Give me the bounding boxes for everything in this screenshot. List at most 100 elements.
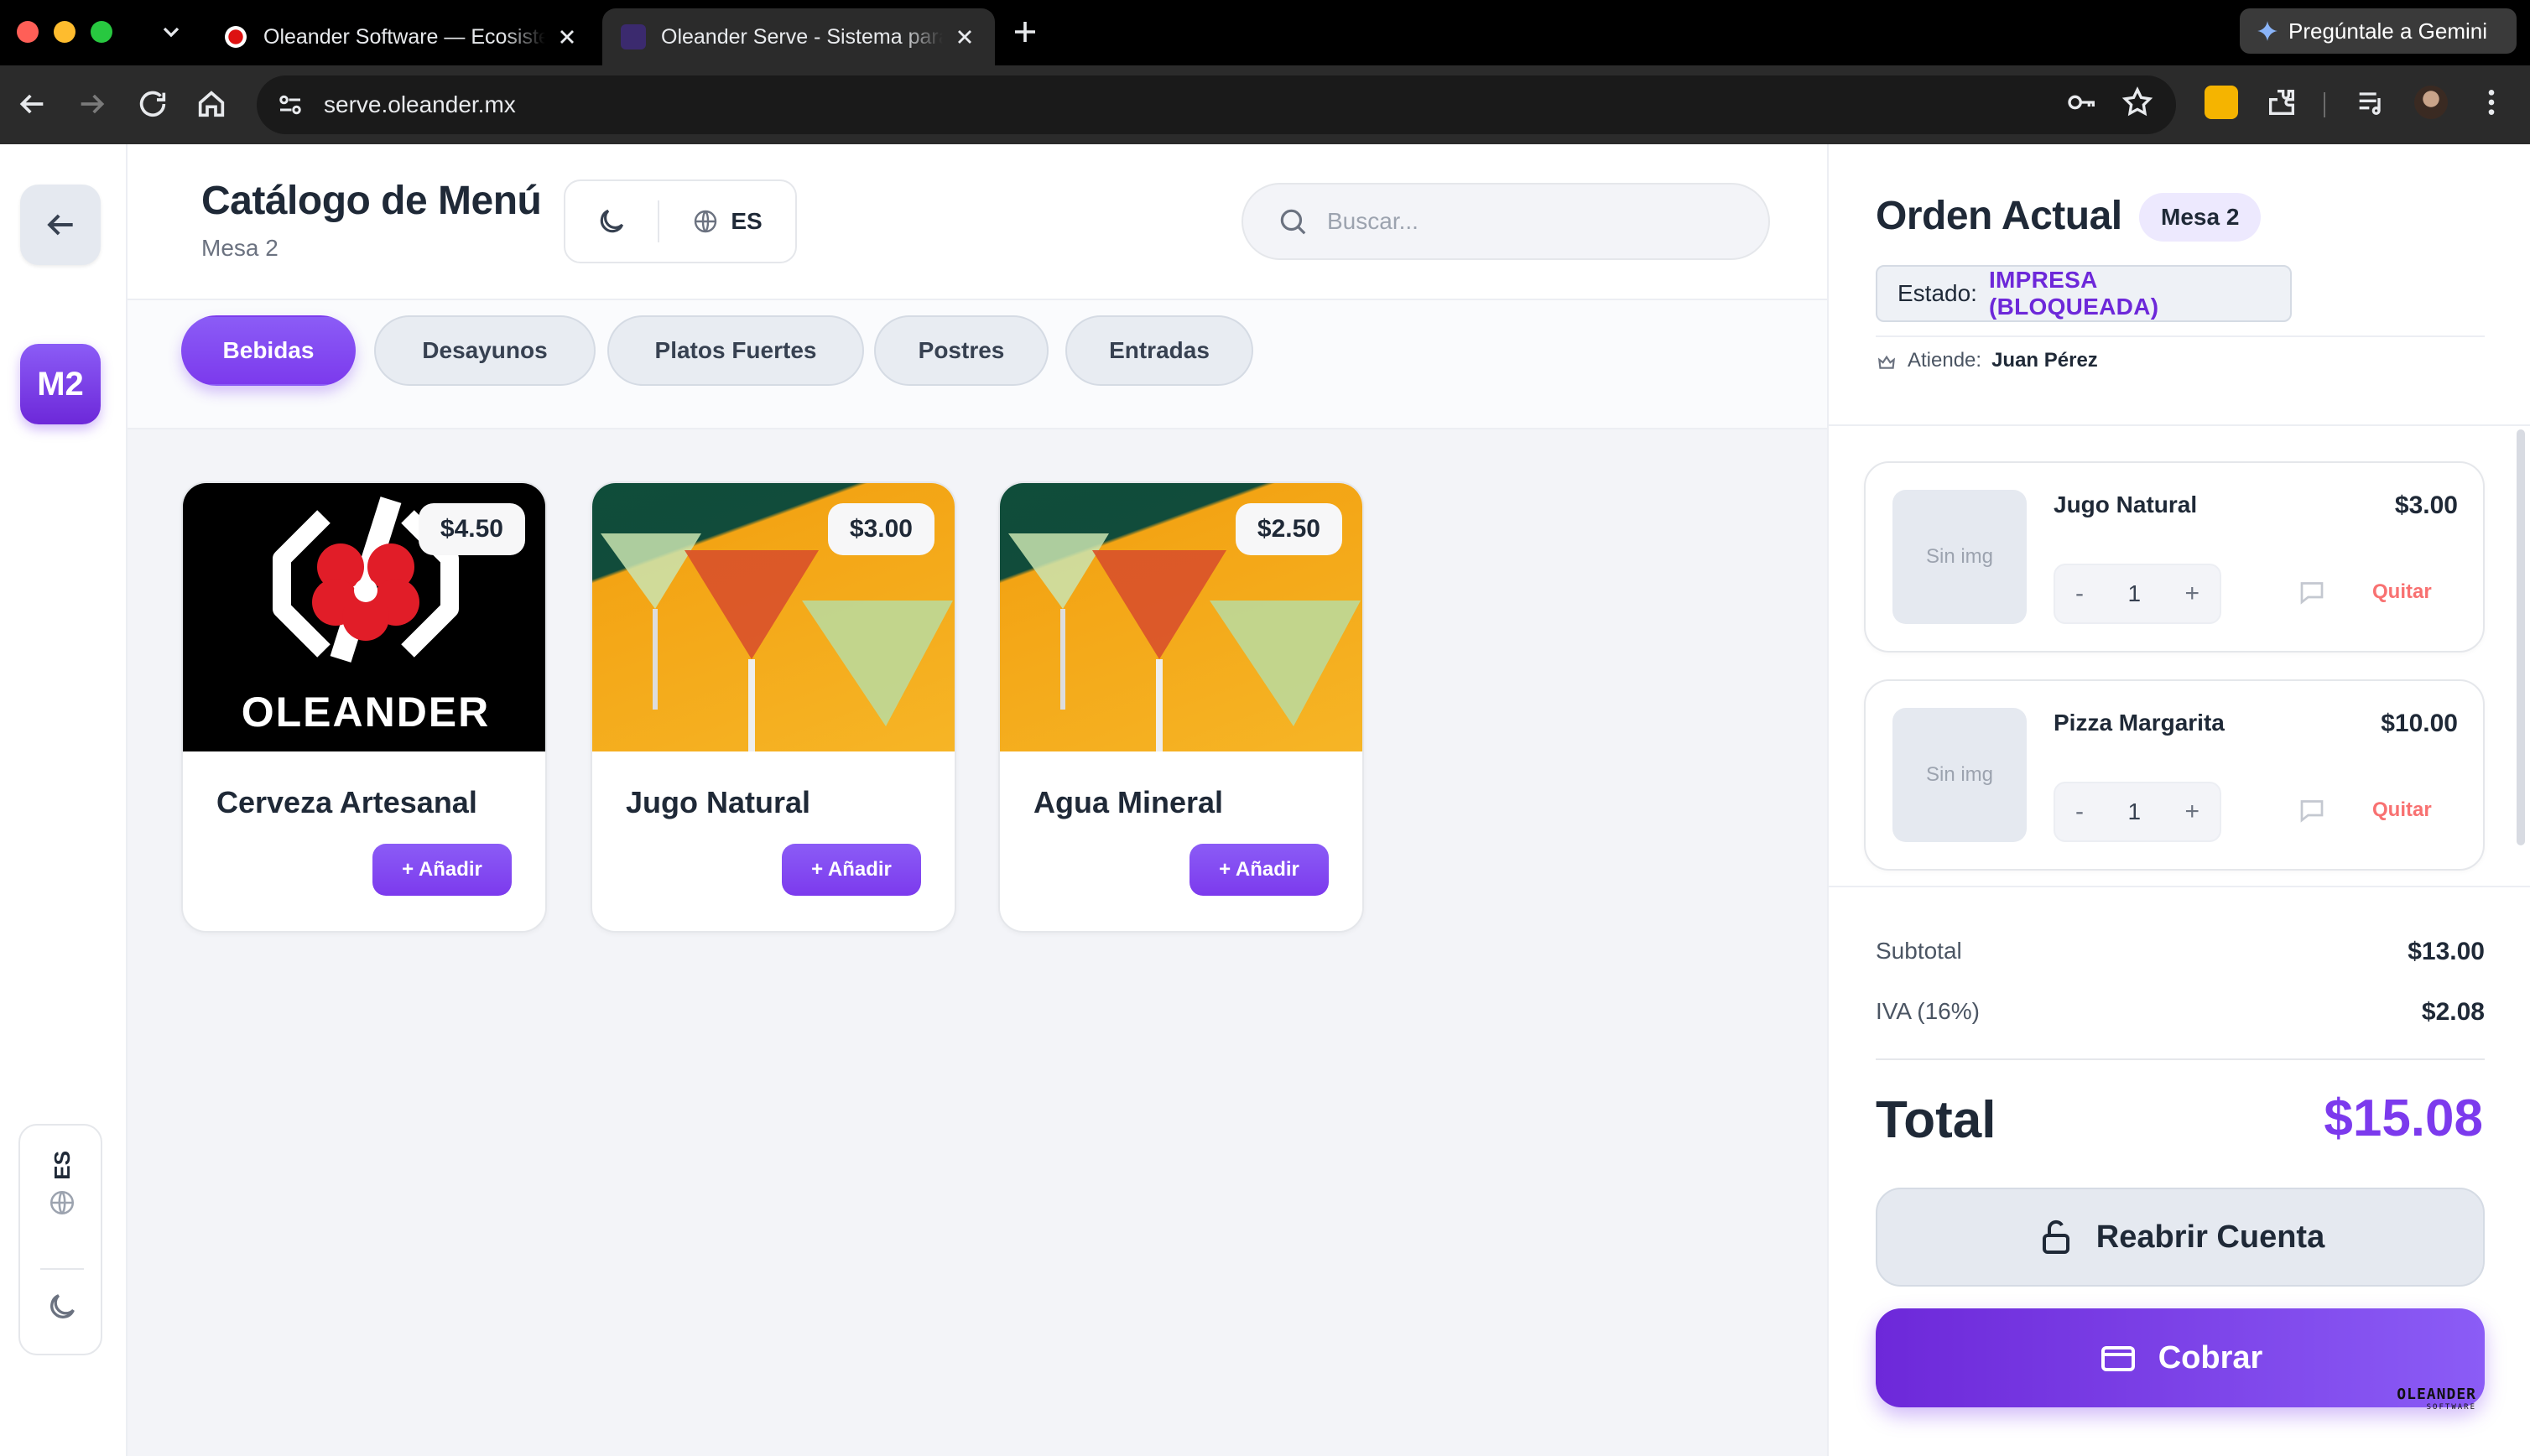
language-toggle-button[interactable]: ES [659, 208, 795, 235]
password-key-icon[interactable] [2065, 86, 2099, 119]
category-tab-postres[interactable]: Postres [874, 315, 1049, 386]
gemini-label: Pregúntale a Gemini [2288, 18, 2488, 44]
tax-row: IVA (16%) $2.08 [1876, 998, 2485, 1027]
decrease-quantity-button[interactable]: - [2075, 580, 2084, 608]
order-status-value: IMPRESA (BLOQUEADA) [1988, 267, 2159, 320]
tab-title: Oleander Serve - Sistema para [661, 24, 943, 49]
rail-language-label: ES [49, 1151, 75, 1180]
order-item-name: Jugo Natural [2054, 491, 2198, 517]
reopen-account-button[interactable]: Reabrir Cuenta [1876, 1188, 2485, 1287]
page-subtitle: Mesa 2 [201, 235, 279, 261]
waiter-name: Juan Pérez [1991, 349, 2098, 372]
category-tab-bebidas[interactable]: Bebidas [181, 315, 356, 386]
unlock-icon [2042, 1219, 2069, 1254]
toolbar-divider [2324, 92, 2325, 117]
category-tab-platos-fuertes[interactable]: Platos Fuertes [607, 315, 864, 386]
add-to-order-button[interactable]: + Añadir [372, 844, 512, 896]
order-status: Estado: IMPRESA (BLOQUEADA) [1876, 265, 2292, 322]
order-items-scrollbar[interactable] [2517, 429, 2525, 845]
arrow-left-icon [47, 214, 73, 236]
quantity-stepper: - 1 + [2054, 564, 2221, 624]
decrease-quantity-button[interactable]: - [2075, 798, 2084, 826]
url-text: serve.oleander.mx [324, 91, 516, 117]
browser-tab-serve[interactable]: Oleander Serve - Sistema para [602, 8, 995, 65]
oleander-watermark: OLEANDER SOFTWARE [2397, 1386, 2476, 1412]
reload-icon[interactable] [136, 87, 169, 121]
subtotal-row: Subtotal $13.00 [1876, 938, 2485, 966]
serve-favicon-icon [621, 24, 646, 49]
comment-icon[interactable] [2297, 577, 2327, 607]
forward-arrow-icon[interactable] [75, 87, 109, 121]
add-to-order-button[interactable]: + Añadir [1190, 844, 1329, 896]
reopen-label: Reabrir Cuenta [2095, 1219, 2325, 1255]
media-queue-icon[interactable] [2354, 86, 2387, 119]
waiter-tag-icon [1877, 355, 1896, 369]
order-item-price: $10.00 [2381, 710, 2458, 737]
credit-card-icon [2101, 1346, 2135, 1371]
catalog-main: Catálogo de Menú Mesa 2 ES Bebidas Desay… [128, 144, 1827, 1456]
product-card[interactable]: $2.50 Agua Mineral + Añadir [998, 481, 1364, 933]
close-window-button[interactable] [17, 21, 39, 43]
product-price-badge: $3.00 [827, 503, 934, 555]
site-settings-icon[interactable] [275, 90, 305, 120]
product-price-badge: $2.50 [1235, 503, 1342, 555]
watermark-text: OLEANDER [2397, 1386, 2476, 1403]
quantity-value: 1 [2127, 798, 2142, 824]
bookmark-star-icon[interactable] [2121, 86, 2154, 119]
add-to-order-button[interactable]: + Añadir [782, 844, 921, 896]
gemini-sparkle-icon [2257, 21, 2278, 41]
category-tab-entradas[interactable]: Entradas [1065, 315, 1253, 386]
rail-language-toggle[interactable]: ES [20, 1151, 104, 1243]
increase-quantity-button[interactable]: + [2184, 580, 2199, 608]
table-badge-button[interactable]: M2 [20, 344, 101, 424]
order-item-price: $3.00 [2394, 491, 2458, 519]
extension-keep-icon[interactable] [2205, 86, 2238, 119]
search-icon [1280, 209, 1306, 235]
browser-tab-ecosistema[interactable]: Oleander Software — Ecosistema [205, 8, 597, 65]
tab-search-chevron-icon[interactable] [158, 18, 185, 45]
search-box[interactable] [1242, 183, 1770, 260]
product-price-badge: $4.50 [418, 503, 525, 555]
theme-toggle-button[interactable] [565, 205, 658, 237]
total-value: $15.08 [2324, 1089, 2483, 1147]
quantity-stepper: - 1 + [2054, 782, 2221, 842]
remove-item-button[interactable]: Quitar [2372, 580, 2432, 604]
increase-quantity-button[interactable]: + [2184, 798, 2199, 826]
waiter-label: Atiende: [1908, 349, 1982, 372]
new-tab-plus-icon[interactable] [1010, 17, 1040, 47]
back-arrow-icon[interactable] [15, 87, 49, 121]
remove-item-button[interactable]: Quitar [2372, 798, 2432, 822]
divider [1829, 886, 2530, 887]
catalog-header: Catálogo de Menú Mesa 2 ES [128, 144, 1827, 300]
order-table-badge: Mesa 2 [2139, 193, 2262, 242]
extensions-puzzle-icon[interactable] [2265, 86, 2298, 119]
zoom-window-button[interactable] [91, 21, 112, 43]
order-item: Sin img Jugo Natural $3.00 - 1 + Quitar [1864, 461, 2485, 653]
home-icon[interactable] [195, 87, 228, 121]
waiter-info: Atiende: Juan Pérez [1876, 349, 2098, 372]
header-tools: ES [564, 179, 797, 263]
ask-gemini-button[interactable]: Pregúntale a Gemini [2240, 8, 2517, 54]
tax-label: IVA (16%) [1876, 998, 1980, 1024]
product-card[interactable]: OLEANDER $4.50 Cerveza Artesanal + Añadi… [181, 481, 547, 933]
rail-divider [40, 1268, 84, 1270]
product-card[interactable]: $3.00 Jugo Natural + Añadir [591, 481, 956, 933]
tab-title: Oleander Software — Ecosistema [263, 24, 545, 49]
search-input[interactable] [1327, 208, 1730, 235]
close-tab-icon[interactable] [953, 25, 976, 49]
order-item-thumbnail: Sin img [1892, 490, 2027, 624]
category-tab-desayunos[interactable]: Desayunos [374, 315, 596, 386]
close-tab-icon[interactable] [555, 25, 579, 49]
charge-button[interactable]: Cobrar [1876, 1308, 2485, 1407]
dark-mode-moon-icon[interactable] [45, 1290, 79, 1323]
more-menu-icon[interactable] [2475, 86, 2508, 119]
profile-avatar[interactable] [2414, 86, 2448, 119]
address-bar[interactable]: serve.oleander.mx [257, 75, 2176, 134]
moon-icon [600, 209, 624, 233]
globe-icon [695, 210, 717, 233]
comment-icon[interactable] [2297, 795, 2327, 825]
minimize-window-button[interactable] [54, 21, 75, 43]
back-button[interactable] [20, 185, 101, 265]
tax-value: $2.08 [2421, 998, 2485, 1026]
order-item-thumbnail: Sin img [1892, 708, 2027, 842]
